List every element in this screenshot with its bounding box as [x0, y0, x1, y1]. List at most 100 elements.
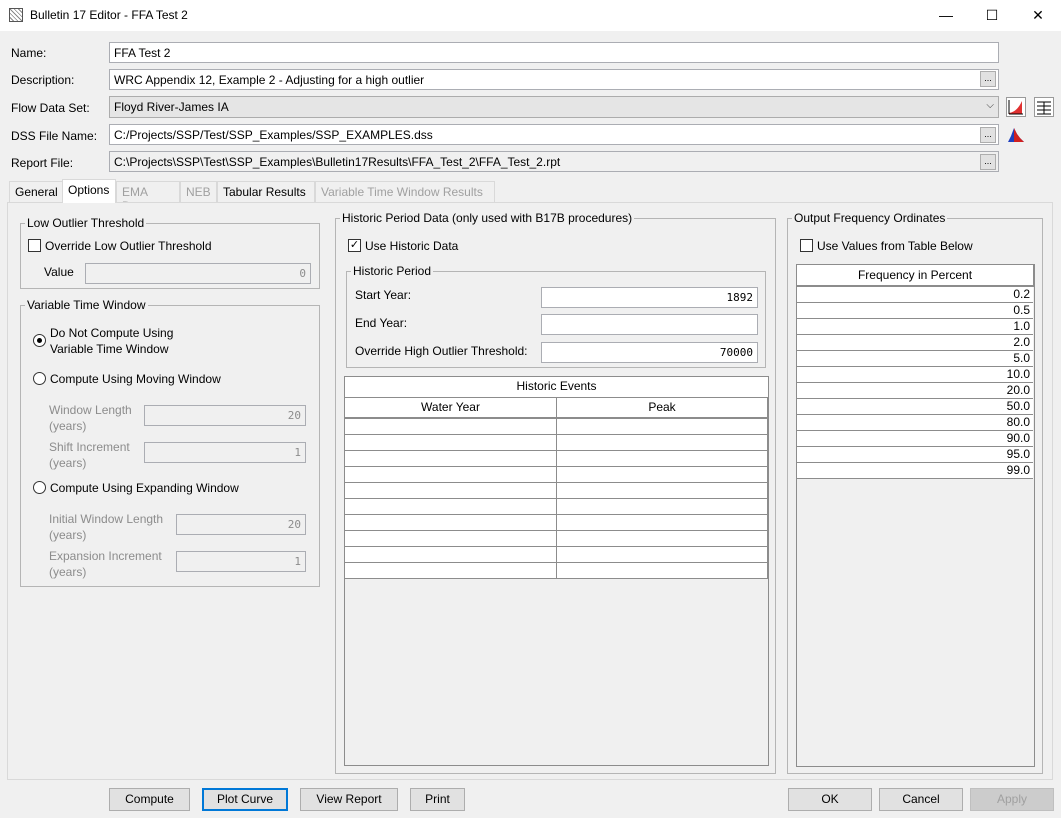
- frequency-cell[interactable]: 0.2: [797, 287, 1033, 303]
- frequency-curve-icon[interactable]: [1006, 97, 1026, 117]
- grid-icon: [9, 8, 23, 22]
- frequency-cell[interactable]: 10.0: [797, 367, 1033, 383]
- water-year-cell[interactable]: [345, 531, 557, 547]
- shift-increment-field[interactable]: 1: [144, 442, 306, 463]
- window-length-field[interactable]: 20: [144, 405, 306, 426]
- expansion-increment-label-1: Expansion Increment: [49, 549, 162, 563]
- tab-neb[interactable]: NEB: [180, 181, 217, 202]
- tab-general[interactable]: General: [9, 181, 63, 202]
- initial-window-field[interactable]: 20: [176, 514, 306, 535]
- report-file-browse-button[interactable]: ...: [980, 154, 996, 170]
- name-field[interactable]: FFA Test 2: [109, 42, 999, 63]
- peak-cell[interactable]: [557, 451, 768, 467]
- histogram-icon[interactable]: [1006, 124, 1026, 144]
- tab-tabular-results[interactable]: Tabular Results: [217, 181, 315, 202]
- frequency-cell[interactable]: 99.0: [797, 463, 1033, 479]
- description-field[interactable]: WRC Appendix 12, Example 2 - Adjusting f…: [109, 69, 999, 90]
- peak-cell[interactable]: [557, 483, 768, 499]
- compute-button[interactable]: Compute: [109, 788, 190, 811]
- low-outlier-value-label: Value: [44, 265, 74, 279]
- frequency-cell[interactable]: 90.0: [797, 431, 1033, 447]
- expansion-increment-label-2: (years): [49, 565, 87, 579]
- print-button[interactable]: Print: [410, 788, 465, 811]
- report-file-value: C:\Projects\SSP\Test\SSP_Examples\Bullet…: [114, 155, 561, 169]
- dss-file-field[interactable]: C:/Projects/SSP/Test/SSP_Examples/SSP_EX…: [109, 124, 999, 145]
- peak-cell[interactable]: [557, 547, 768, 563]
- peak-cell[interactable]: [557, 435, 768, 451]
- dss-file-browse-button[interactable]: ...: [980, 127, 996, 143]
- water-year-cell[interactable]: [345, 435, 557, 451]
- peak-cell[interactable]: [557, 515, 768, 531]
- report-file-field[interactable]: C:\Projects\SSP\Test\SSP_Examples\Bullet…: [109, 151, 999, 172]
- table-icon[interactable]: [1034, 97, 1054, 117]
- use-values-from-table-label: Use Values from Table Below: [817, 239, 973, 253]
- shift-increment-label-1: Shift Increment: [49, 440, 130, 454]
- historic-period-title: Historic Period Data (only used with B17…: [340, 211, 635, 225]
- peak-cell[interactable]: [557, 531, 768, 547]
- water-year-cell[interactable]: [345, 547, 557, 563]
- output-frequency-title: Output Frequency Ordinates: [792, 211, 948, 225]
- moving-window-radio[interactable]: [33, 372, 46, 385]
- water-year-cell[interactable]: [345, 563, 557, 579]
- expansion-increment-field[interactable]: 1: [176, 551, 306, 572]
- cancel-button[interactable]: Cancel: [879, 788, 963, 811]
- water-year-cell[interactable]: [345, 467, 557, 483]
- do-not-compute-radio[interactable]: [33, 334, 46, 347]
- frequency-cell[interactable]: 1.0: [797, 319, 1033, 335]
- frequency-column-header[interactable]: Frequency in Percent: [797, 265, 1034, 287]
- start-year-label: Start Year:: [355, 288, 412, 302]
- override-high-outlier-field[interactable]: 70000: [541, 342, 758, 363]
- expanding-window-radio[interactable]: [33, 481, 46, 494]
- historic-events-title: Historic Events: [345, 377, 768, 398]
- window-title: Bulletin 17 Editor - FFA Test 2: [30, 8, 188, 22]
- tab-ema-data[interactable]: EMA Data: [116, 181, 180, 213]
- override-low-outlier-label: Override Low Outlier Threshold: [45, 239, 212, 253]
- variable-time-window-title: Variable Time Window: [25, 298, 148, 312]
- frequency-cell[interactable]: 80.0: [797, 415, 1033, 431]
- override-low-outlier-checkbox[interactable]: [28, 239, 41, 252]
- frequency-cell[interactable]: 50.0: [797, 399, 1033, 415]
- apply-button[interactable]: Apply: [970, 788, 1054, 811]
- frequency-cell[interactable]: 95.0: [797, 447, 1033, 463]
- low-outlier-value-field[interactable]: 0: [85, 263, 311, 284]
- water-year-cell[interactable]: [345, 451, 557, 467]
- minimize-button[interactable]: —: [923, 0, 969, 31]
- close-button[interactable]: ✕: [1015, 0, 1061, 31]
- tab-options[interactable]: Options: [62, 179, 116, 203]
- peak-cell[interactable]: [557, 563, 768, 579]
- frequency-cell[interactable]: 0.5: [797, 303, 1033, 319]
- end-year-field[interactable]: [541, 314, 758, 335]
- tab-variable-time-window-results[interactable]: Variable Time Window Results: [315, 181, 495, 202]
- plot-curve-button[interactable]: Plot Curve: [202, 788, 288, 811]
- use-historic-data-checkbox[interactable]: ✓: [348, 239, 361, 252]
- override-high-outlier-label: Override High Outlier Threshold:: [355, 344, 528, 358]
- flow-data-set-value: Floyd River-James IA: [114, 100, 229, 114]
- view-report-button[interactable]: View Report: [300, 788, 398, 811]
- frequency-cell[interactable]: 5.0: [797, 351, 1033, 367]
- frequency-cell[interactable]: 2.0: [797, 335, 1033, 351]
- peak-cell[interactable]: [557, 419, 768, 435]
- water-year-cell[interactable]: [345, 515, 557, 531]
- peak-cell[interactable]: [557, 467, 768, 483]
- flow-data-set-label: Flow Data Set:: [11, 101, 90, 115]
- shift-increment-label-2: (years): [49, 456, 87, 470]
- frequency-rows: 0.2 0.5 1.0 2.0 5.0 10.0 20.0 50.0 80.0 90.0 95.0 9…: [797, 287, 1033, 479]
- water-year-column-header[interactable]: Water Year: [345, 398, 557, 419]
- use-values-from-table-checkbox[interactable]: [800, 239, 813, 252]
- water-year-cell[interactable]: [345, 483, 557, 499]
- start-year-field[interactable]: 1892: [541, 287, 758, 308]
- ok-button[interactable]: OK: [788, 788, 872, 811]
- peak-column-header[interactable]: Peak: [557, 398, 768, 419]
- flow-data-set-dropdown[interactable]: Floyd River-James IA ⌵: [109, 96, 999, 118]
- frequency-cell[interactable]: 20.0: [797, 383, 1033, 399]
- description-value: WRC Appendix 12, Example 2 - Adjusting f…: [114, 73, 425, 87]
- water-year-cell[interactable]: [345, 499, 557, 515]
- water-year-cell[interactable]: [345, 419, 557, 435]
- peak-cell[interactable]: [557, 499, 768, 515]
- initial-window-label-2: (years): [49, 528, 87, 542]
- report-file-label: Report File:: [11, 156, 74, 170]
- dss-file-value: C:/Projects/SSP/Test/SSP_Examples/SSP_EX…: [114, 128, 433, 142]
- description-browse-button[interactable]: ...: [980, 71, 996, 87]
- use-historic-data-label: Use Historic Data: [365, 239, 459, 253]
- maximize-button[interactable]: ☐: [969, 0, 1015, 31]
